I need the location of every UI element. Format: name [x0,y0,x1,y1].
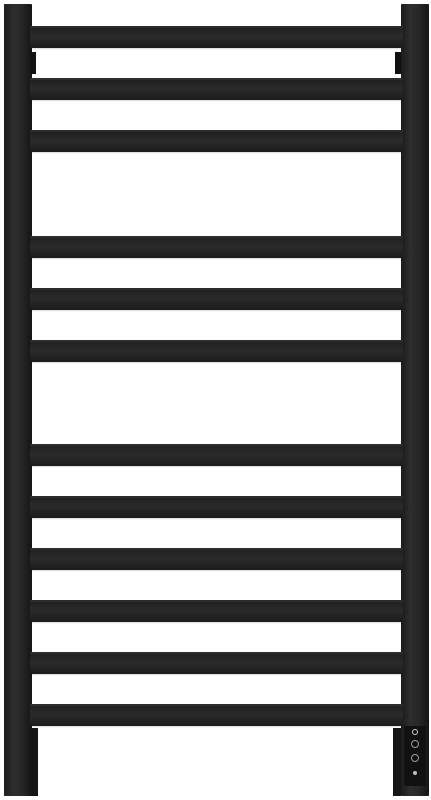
right-wall-foot [393,728,401,796]
left-wall-foot [30,728,38,796]
towel-rail [0,0,431,800]
rail-bar-6 [30,340,403,362]
rail-bar-3 [30,130,403,152]
power-icon[interactable] [412,729,418,735]
rail-bar-2 [30,78,403,100]
left-top-bracket [30,52,36,74]
left-upright [4,4,32,796]
rail-bar-1 [30,26,403,48]
rail-bar-5 [30,288,403,310]
heater-control-unit[interactable] [404,726,426,786]
timer-button-icon[interactable] [411,754,419,762]
rail-bar-9 [30,548,403,570]
rail-bar-10 [30,600,403,622]
rail-bar-12 [30,704,403,726]
right-upright [401,4,429,796]
rail-bar-7 [30,444,403,466]
mode-button-icon[interactable] [411,740,419,748]
rail-bar-4 [30,236,403,258]
rail-bar-8 [30,496,403,518]
right-top-bracket [395,52,401,74]
status-led-icon [413,771,417,775]
rail-bar-11 [30,652,403,674]
